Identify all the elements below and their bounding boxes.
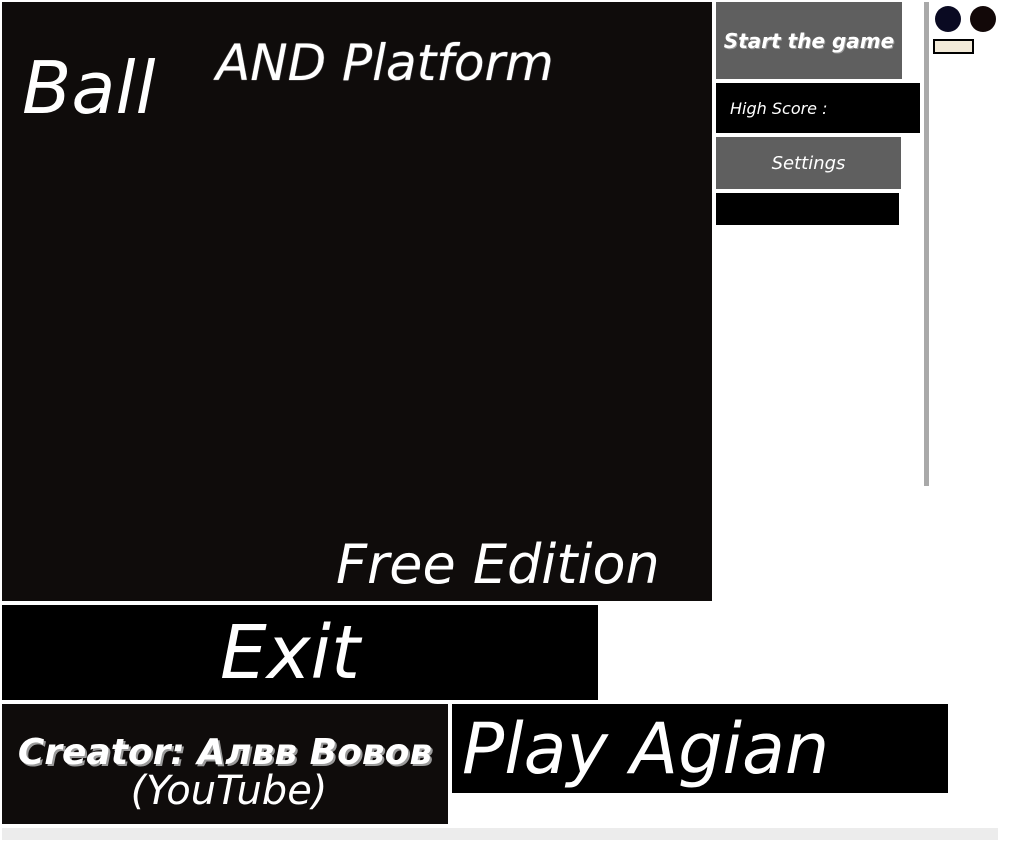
platform-paddle[interactable] [933,39,974,54]
creator-credit: Creator: Алвв Вовов (YouTube) [2,704,448,824]
edition-label: Free Edition [336,533,660,596]
game-title-ball: Ball [22,46,156,130]
high-score-display: High Score : [716,83,920,133]
start-game-button[interactable]: Start the game [716,2,902,79]
creator-name: Creator: Алвв Вовов [17,732,433,773]
empty-status-bar [716,193,899,225]
horizontal-scrollbar[interactable] [2,828,998,840]
game-title-and-platform: AND Platform [216,34,554,92]
ball-icon [935,6,961,32]
game-area-divider [924,2,929,486]
creator-channel: (YouTube) [130,768,328,814]
settings-button[interactable]: Settings [716,137,901,189]
exit-button[interactable]: Exit [2,605,598,700]
ball-icon [970,6,996,32]
play-again-button[interactable]: Play Agian [452,704,948,793]
